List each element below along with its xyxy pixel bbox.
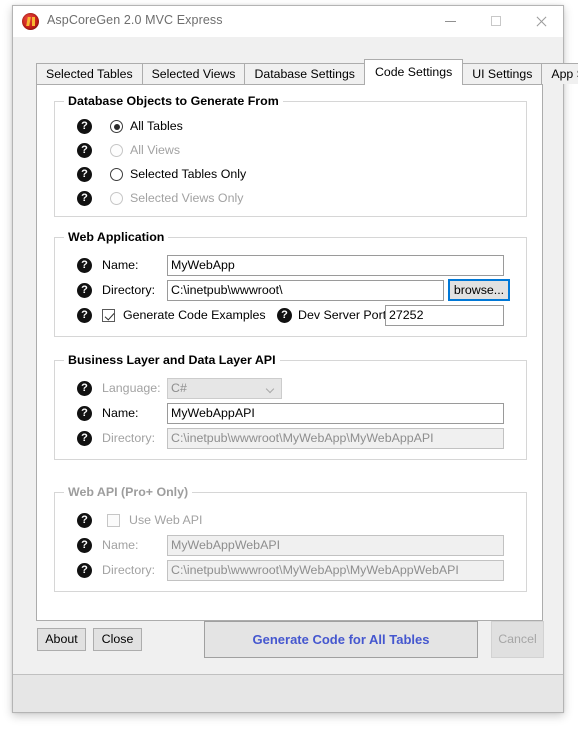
label-language: Language: xyxy=(102,381,161,395)
select-language-value: C# xyxy=(171,381,187,395)
generate-code-button[interactable]: Generate Code for All Tables xyxy=(204,621,478,658)
help-icon-selected-tables-only[interactable]: ? xyxy=(77,167,92,182)
group-database-objects-title: Database Objects to Generate From xyxy=(64,94,283,108)
input-api-name[interactable]: MyWebAppAPI xyxy=(167,403,504,424)
label-webapp-directory: Directory: xyxy=(102,283,156,297)
close-window-button[interactable] xyxy=(518,6,563,36)
minimize-button[interactable] xyxy=(428,6,473,36)
application-window: AspCoreGen 2.0 MVC Express Selected Tabl… xyxy=(12,5,578,713)
input-webapi-directory: C:\inetpub\wwwroot\MyWebApp\MyWebAppWebA… xyxy=(167,560,504,581)
help-icon-webapi-directory[interactable]: ? xyxy=(77,563,92,578)
label-api-name: Name: xyxy=(102,406,139,420)
group-web-api: Web API (Pro+ Only) ? Use Web API ? Name… xyxy=(54,485,527,592)
input-webapi-name: MyWebAppWebAPI xyxy=(167,535,504,556)
input-dev-server-port[interactable]: 27252 xyxy=(385,305,504,326)
close-icon xyxy=(535,16,546,27)
help-icon-all-tables[interactable]: ? xyxy=(77,119,92,134)
help-icon-webapp-name[interactable]: ? xyxy=(77,258,92,273)
about-button[interactable]: About xyxy=(37,628,86,651)
help-icon-webapp-directory[interactable]: ? xyxy=(77,283,92,298)
help-icon-api-name[interactable]: ? xyxy=(77,406,92,421)
radio-selected-views-only-label: Selected Views Only xyxy=(130,191,244,205)
checkbox-generate-code-examples[interactable] xyxy=(102,309,115,322)
tab-app-settings[interactable]: App Settings xyxy=(541,63,578,84)
radio-all-views-label: All Views xyxy=(130,143,181,157)
help-icon-language[interactable]: ? xyxy=(77,381,92,396)
radio-all-views-indicator xyxy=(110,144,123,157)
close-button[interactable]: Close xyxy=(93,628,142,651)
label-api-directory: Directory: xyxy=(102,431,156,445)
input-webapp-directory[interactable]: C:\inetpub\wwwroot\ xyxy=(167,280,444,301)
help-icon-dev-server-port[interactable]: ? xyxy=(277,308,292,323)
group-web-api-title: Web API (Pro+ Only) xyxy=(64,485,193,499)
help-icon-webapi-name[interactable]: ? xyxy=(77,538,92,553)
label-webapi-name: Name: xyxy=(102,538,139,552)
radio-selected-tables-only-label: Selected Tables Only xyxy=(130,167,247,181)
tab-code-settings[interactable]: Code Settings xyxy=(363,59,464,85)
group-web-application-title: Web Application xyxy=(64,230,169,244)
tab-selected-tables[interactable]: Selected Tables xyxy=(36,63,143,84)
label-generate-code-examples: Generate Code Examples xyxy=(123,308,266,322)
radio-all-tables-label: All Tables xyxy=(130,119,183,133)
cancel-button: Cancel xyxy=(491,621,544,658)
chevron-down-icon xyxy=(267,386,274,393)
select-language: C# xyxy=(167,378,282,399)
title-bar: AspCoreGen 2.0 MVC Express xyxy=(13,6,563,38)
tab-selected-views[interactable]: Selected Views xyxy=(141,63,246,84)
tab-strip: Selected Tables Selected Views Database … xyxy=(36,59,578,85)
code-settings-panel: Database Objects to Generate From ? All … xyxy=(36,84,543,621)
label-webapp-name: Name: xyxy=(102,258,139,272)
group-database-objects: Database Objects to Generate From ? All … xyxy=(54,94,527,217)
input-api-directory: C:\inetpub\wwwroot\MyWebApp\MyWebAppAPI xyxy=(167,428,504,449)
checkbox-use-web-api xyxy=(107,514,120,527)
help-icon-selected-views-only[interactable]: ? xyxy=(77,191,92,206)
group-web-application: Web Application ? Name: MyWebApp ? Direc… xyxy=(54,230,527,337)
help-icon-generate-examples[interactable]: ? xyxy=(77,308,92,323)
label-dev-server-port: Dev Server Port: xyxy=(298,308,390,322)
help-icon-use-web-api[interactable]: ? xyxy=(77,513,92,528)
app-logo-icon xyxy=(22,13,39,30)
group-business-layer: Business Layer and Data Layer API ? Lang… xyxy=(54,353,527,460)
window-title: AspCoreGen 2.0 MVC Express xyxy=(47,13,223,27)
minimize-icon xyxy=(445,20,456,22)
status-bar xyxy=(13,674,563,712)
help-icon-api-directory[interactable]: ? xyxy=(77,431,92,446)
browse-button[interactable]: browse... xyxy=(448,279,510,301)
radio-all-tables-indicator xyxy=(110,120,123,133)
group-business-layer-title: Business Layer and Data Layer API xyxy=(64,353,280,367)
radio-selected-views-only-indicator xyxy=(110,192,123,205)
maximize-button[interactable] xyxy=(473,6,518,36)
input-webapp-name[interactable]: MyWebApp xyxy=(167,255,504,276)
maximize-icon xyxy=(490,16,501,26)
tab-ui-settings[interactable]: UI Settings xyxy=(462,63,543,84)
radio-selected-tables-only-indicator xyxy=(110,168,123,181)
label-webapi-directory: Directory: xyxy=(102,563,156,577)
tab-database-settings[interactable]: Database Settings xyxy=(244,63,365,84)
label-use-web-api: Use Web API xyxy=(129,513,203,527)
help-icon-all-views[interactable]: ? xyxy=(77,143,92,158)
